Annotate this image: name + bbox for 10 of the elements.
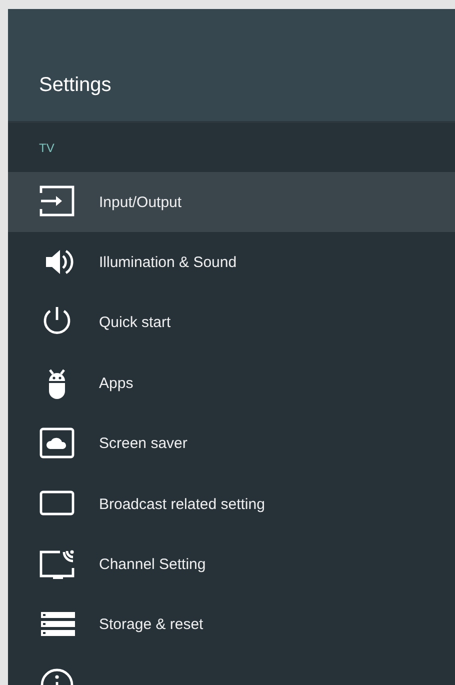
menu-item[interactable]: Quick start (8, 292, 455, 354)
page-title: Settings (39, 74, 112, 97)
section-label: TV (39, 140, 54, 154)
menu-item[interactable]: Input/Output (8, 172, 455, 232)
menu-item[interactable]: Channel Setting (8, 534, 455, 595)
menu-item[interactable]: Storage & reset (8, 594, 455, 656)
menu-item[interactable]: Screen saver (8, 414, 455, 474)
menu-item[interactable]: Illumination & Sound (8, 232, 455, 293)
menu-item[interactable]: Broadcast related setting (8, 474, 455, 534)
menu-item[interactable]: Apps (8, 353, 455, 414)
